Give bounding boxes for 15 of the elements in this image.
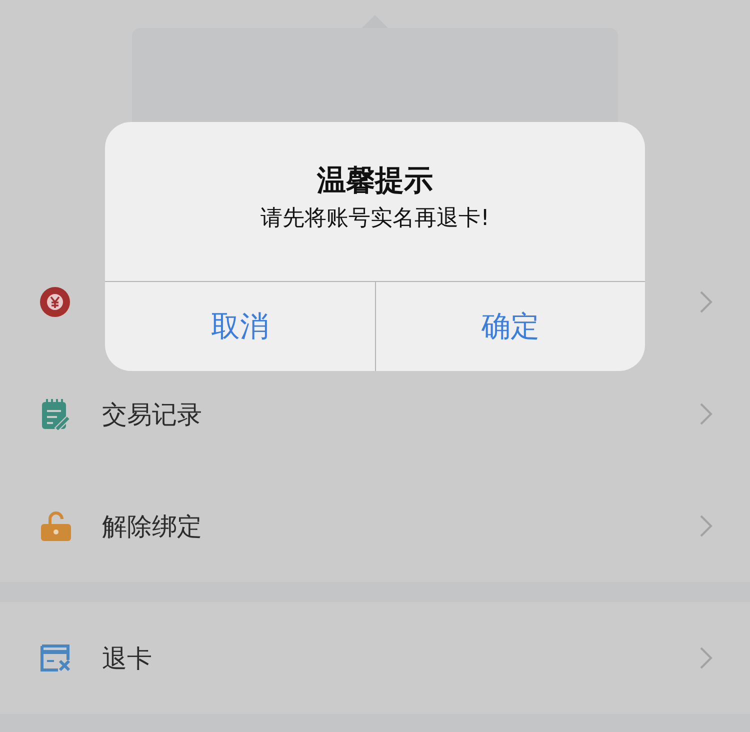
menu-label: 解除绑定 xyxy=(102,510,202,542)
chevron-right-icon xyxy=(699,290,713,314)
chevron-right-icon xyxy=(699,646,713,670)
unlocked-padlock-icon xyxy=(40,510,72,542)
menu-label: 交易记录 xyxy=(102,398,202,430)
chevron-right-icon xyxy=(699,514,713,538)
notepad-icon xyxy=(40,398,70,430)
dialog-button[interactable]: 取消 xyxy=(105,282,374,371)
card-remove-icon xyxy=(40,644,72,672)
dialog-title: 温馨提示 xyxy=(317,162,433,198)
menu-label: 退卡 xyxy=(102,642,152,674)
dialog-button[interactable]: 确定 xyxy=(374,282,645,371)
dialog-message: 请先将账号实名再退卡! xyxy=(260,205,490,233)
yen-icon xyxy=(40,287,70,317)
chevron-right-icon xyxy=(699,402,713,426)
